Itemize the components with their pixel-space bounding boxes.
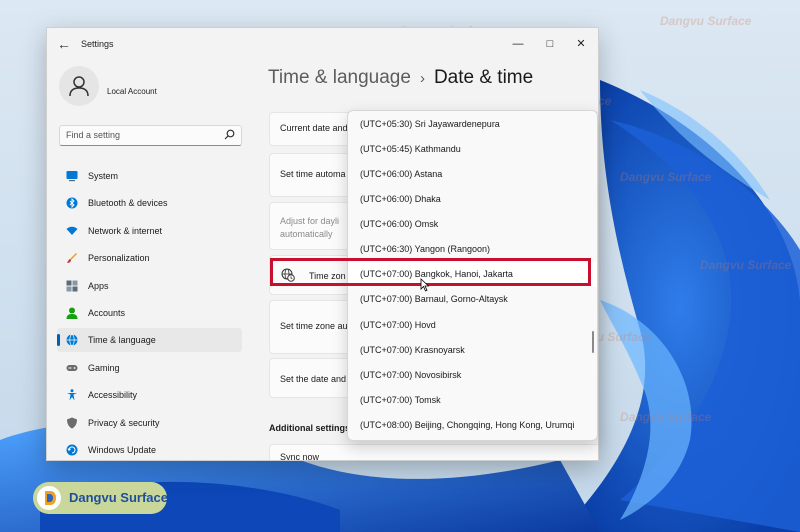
- logo-mark-icon: [37, 486, 61, 510]
- current-date-label: Current date and: [280, 123, 348, 133]
- sidebar-item-accessibility[interactable]: Accessibility: [57, 383, 242, 407]
- sidebar-item-windows-update[interactable]: Windows Update: [57, 438, 242, 460]
- shield-icon: [67, 417, 77, 429]
- minimize-button[interactable]: —: [503, 34, 533, 54]
- sidebar-item-label: Network & internet: [88, 226, 163, 236]
- logo-text: Dangvu Surface: [69, 490, 168, 505]
- timezone-option[interactable]: (UTC+06:00) Dhaka: [348, 187, 597, 212]
- sidebar-item-bluetooth[interactable]: Bluetooth & devices: [57, 191, 242, 215]
- timezone-option-label: (UTC+06:00) Astana: [360, 169, 443, 179]
- bluetooth-icon: [66, 197, 78, 209]
- sidebar-item-time-language[interactable]: Time & language: [57, 328, 242, 352]
- timezone-option-label: (UTC+07:00) Hovd: [360, 320, 436, 330]
- brand-logo: Dangvu Surface: [33, 482, 168, 514]
- adjust-daylight-label-2: automatically: [280, 229, 333, 239]
- sidebar-item-apps[interactable]: Apps: [57, 274, 242, 298]
- sidebar-item-accounts[interactable]: Accounts: [57, 301, 242, 325]
- set-time-zone-auto-label: Set time zone au: [280, 321, 348, 331]
- timezone-option-label: (UTC+06:00) Dhaka: [360, 194, 441, 204]
- timezone-option[interactable]: (UTC+07:00) Barnaul, Gorno-Altaysk: [348, 287, 597, 312]
- sidebar-item-label: Privacy & security: [88, 418, 160, 428]
- adjust-daylight-label: Adjust for dayli: [280, 216, 340, 226]
- timezone-option-label: (UTC+07:00) Krasnoyarsk: [360, 345, 465, 355]
- additional-settings-title: Additional settings: [269, 423, 350, 433]
- mouse-cursor-icon: [420, 278, 430, 292]
- sidebar-item-label: Gaming: [88, 363, 120, 373]
- timezone-option[interactable]: (UTC+07:00) Hovd: [348, 313, 597, 338]
- timezone-option-label: (UTC+07:00) Barnaul, Gorno-Altaysk: [360, 294, 508, 304]
- page-title: Date & time: [433, 67, 534, 88]
- sidebar-item-label: Time & language: [88, 335, 156, 345]
- breadcrumb-parent[interactable]: Time & language: [268, 67, 411, 88]
- timezone-option[interactable]: (UTC+05:30) Sri Jayawardenepura: [348, 112, 597, 137]
- account-name: Local Account: [107, 87, 157, 96]
- chevron-right-icon: ›: [419, 70, 425, 87]
- globe-clock-icon: [66, 334, 78, 346]
- sidebar-item-gaming[interactable]: Gaming: [57, 356, 242, 380]
- search-icon[interactable]: [224, 129, 235, 140]
- timezone-option[interactable]: (UTC+07:00) Novosibirsk: [348, 363, 597, 388]
- timezone-option-label: (UTC+06:30) Yangon (Rangoon): [360, 244, 490, 254]
- timezone-option[interactable]: (UTC+07:00) Tomsk: [348, 388, 597, 413]
- search-placeholder: Find a setting: [66, 130, 121, 140]
- search-input[interactable]: Find a setting: [59, 125, 242, 146]
- timezone-option-label: (UTC+06:00) Omsk: [360, 219, 439, 229]
- set-time-auto-label: Set time automa: [280, 169, 346, 179]
- watermark: Dangvu Surface: [660, 14, 752, 28]
- close-button[interactable]: ✕: [566, 34, 596, 54]
- timezone-option-label: (UTC+05:30) Sri Jayawardenepura: [360, 119, 500, 129]
- update-icon: [66, 444, 78, 456]
- set-date-time-label: Set the date and: [280, 374, 347, 384]
- title-bar: ← Settings — □ ✕: [47, 28, 598, 60]
- sidebar-item-privacy[interactable]: Privacy & security: [57, 411, 242, 435]
- sidebar-item-personalization[interactable]: Personalization: [57, 246, 242, 270]
- person-icon: [66, 307, 78, 319]
- timezone-option-label: (UTC+07:00) Tomsk: [360, 395, 441, 405]
- sidebar-item-label: Windows Update: [88, 445, 157, 455]
- apps-icon: [66, 280, 78, 292]
- sidebar-item-label: Personalization: [88, 253, 150, 263]
- timezone-option[interactable]: (UTC+05:45) Kathmandu: [348, 137, 597, 162]
- sidebar-item-label: Accessibility: [88, 390, 138, 400]
- sync-now-card[interactable]: Sync now: [269, 444, 598, 461]
- timezone-option[interactable]: (UTC+07:00) Krasnoyarsk: [348, 338, 597, 363]
- maximize-button[interactable]: □: [535, 34, 565, 54]
- sidebar-item-network[interactable]: Network & internet: [57, 219, 242, 243]
- timezone-option[interactable]: (UTC+08:00) Beijing, Chongqing, Hong Kon…: [348, 413, 597, 438]
- sidebar-item-label: System: [88, 171, 119, 181]
- sidebar-item-label: Accounts: [88, 308, 126, 318]
- timezone-option[interactable]: (UTC+06:00) Astana: [348, 162, 597, 187]
- timezone-option-label: (UTC+07:00) Novosibirsk: [360, 370, 462, 380]
- wifi-icon: [66, 226, 78, 235]
- timezone-option-label: (UTC+08:00) Beijing, Chongqing, Hong Kon…: [360, 420, 575, 430]
- avatar[interactable]: [59, 66, 99, 106]
- scrollbar-thumb[interactable]: [592, 331, 594, 353]
- accessibility-icon: [67, 389, 77, 401]
- watermark: Dangvu Surface: [620, 410, 712, 424]
- timezone-option[interactable]: (UTC+06:00) Omsk: [348, 212, 597, 237]
- sidebar-item-system[interactable]: System: [57, 164, 242, 188]
- breadcrumb: Time & language › Date & time: [268, 67, 533, 89]
- sync-now-label: Sync now: [280, 452, 320, 461]
- active-indicator: [57, 334, 60, 346]
- sidebar-item-label: Bluetooth & devices: [88, 198, 168, 208]
- gamepad-icon: [66, 365, 78, 371]
- timezone-option-label: (UTC+05:45) Kathmandu: [360, 144, 461, 154]
- person-avatar-icon: [69, 76, 89, 97]
- monitor-icon: [66, 171, 78, 182]
- back-arrow-icon[interactable]: ←: [57, 37, 71, 51]
- watermark: Dangvu Surface: [700, 258, 792, 272]
- watermark: Dangvu Surface: [620, 170, 712, 184]
- brush-icon: [67, 253, 77, 263]
- sidebar-item-label: Apps: [88, 281, 109, 291]
- app-title: Settings: [81, 39, 114, 49]
- highlight-box: [270, 258, 591, 286]
